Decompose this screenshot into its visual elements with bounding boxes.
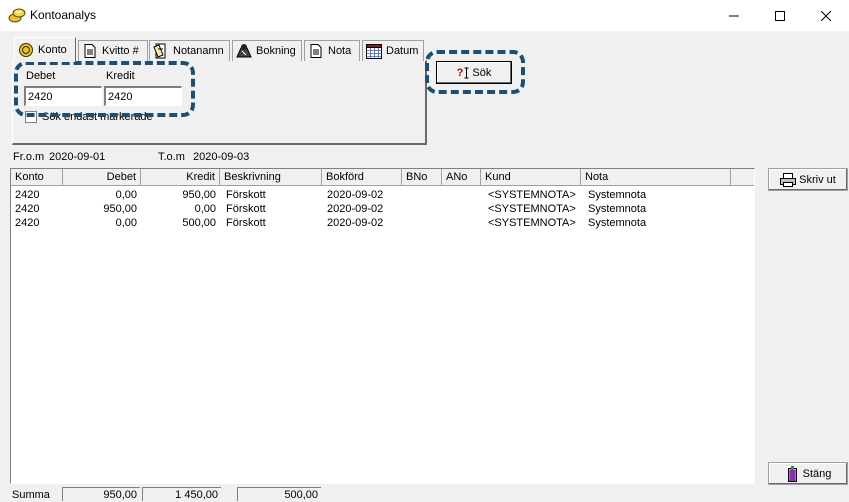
tab-label: Bokning xyxy=(256,45,296,57)
column-header-kredit[interactable]: Kredit xyxy=(141,169,220,186)
to-date-value: 2020-09-03 xyxy=(193,151,250,163)
cell-kund: <SYSTEMNOTA> xyxy=(488,203,576,215)
cell-ano xyxy=(442,202,481,216)
cell-debet: 950,00 xyxy=(103,203,137,215)
coins-app-icon xyxy=(8,8,26,23)
cell-bno xyxy=(402,202,442,216)
tab-label: Datum xyxy=(386,45,419,57)
booking-icon xyxy=(236,43,252,59)
print-button-label: Skriv ut xyxy=(799,173,836,186)
close-window-button[interactable] xyxy=(803,0,849,31)
cell-kredit: 500,00 xyxy=(182,217,216,229)
cell-bokford: 2020-09-02 xyxy=(327,203,384,215)
table-row[interactable]: 2420 0,00 500,00 Förskott 2020-09-02 <SY… xyxy=(11,216,731,230)
column-header-debet[interactable]: Debet xyxy=(63,169,141,186)
maximize-icon xyxy=(775,10,785,21)
tab-datum[interactable]: Datum xyxy=(362,40,424,61)
cell-kredit: 0,00 xyxy=(194,203,216,215)
document-icon xyxy=(82,43,98,59)
minimize-icon xyxy=(729,15,739,16)
summary-label: Summa xyxy=(12,489,50,501)
cell-beskrivning: Förskott xyxy=(226,217,266,229)
tab-kvitto[interactable]: Kvitto # xyxy=(78,40,148,61)
from-date-label: Fr.o.m xyxy=(13,151,45,163)
summary-debet: 950,00 xyxy=(62,487,140,501)
cell-nota: Systemnota xyxy=(588,203,647,215)
column-header-konto[interactable]: Konto xyxy=(11,169,63,186)
tab-nota[interactable]: Nota xyxy=(304,40,360,61)
tab-label: Notanamn xyxy=(173,45,224,57)
cell-ano xyxy=(442,188,481,202)
cell-bokford: 2020-09-02 xyxy=(327,189,384,201)
column-header-ano[interactable]: ANo xyxy=(442,169,481,186)
transactions-table[interactable]: Konto Debet Kredit Beskrivning Bokförd B… xyxy=(10,168,755,484)
column-header-kund[interactable]: Kund xyxy=(481,169,581,186)
table-row[interactable]: 2420 0,00 950,00 Förskott 2020-09-02 <SY… xyxy=(11,188,731,202)
cell-beskrivning: Förskott xyxy=(226,189,266,201)
exit-door-icon xyxy=(787,465,797,482)
notes-icon xyxy=(153,43,169,59)
maximize-button[interactable] xyxy=(757,0,803,31)
column-header-bno[interactable]: BNo xyxy=(402,169,442,186)
tab-label: Kvitto # xyxy=(102,45,139,57)
column-header-bokford[interactable]: Bokförd xyxy=(322,169,402,186)
print-button[interactable]: Skriv ut xyxy=(768,168,848,191)
tab-konto[interactable]: Konto xyxy=(14,37,76,62)
cell-konto: 2420 xyxy=(15,203,40,215)
cell-bokford: 2020-09-02 xyxy=(327,217,384,229)
cell-debet: 0,00 xyxy=(115,189,137,201)
cell-beskrivning: Förskott xyxy=(226,203,266,215)
printer-icon xyxy=(780,172,797,187)
cell-ano xyxy=(442,216,481,230)
fields-highlight xyxy=(14,61,195,117)
cell-bno xyxy=(402,188,442,202)
calendar-icon xyxy=(366,43,382,59)
cell-kund: <SYSTEMNOTA> xyxy=(488,217,576,229)
column-header-beskrivning[interactable]: Beskrivning xyxy=(220,169,322,186)
cell-nota: Systemnota xyxy=(588,217,647,229)
to-date-label: T.o.m xyxy=(158,151,185,163)
summary-difference: 500,00 xyxy=(237,487,321,501)
tab-label: Konto xyxy=(38,44,67,56)
close-icon xyxy=(821,10,831,21)
document-icon xyxy=(308,43,324,59)
cell-debet: 0,00 xyxy=(115,217,137,229)
close-button[interactable]: Stäng xyxy=(768,462,848,485)
cell-kund: <SYSTEMNOTA> xyxy=(488,189,576,201)
tab-label: Nota xyxy=(328,45,352,57)
from-date-value: 2020-09-01 xyxy=(49,151,106,163)
tab-notanamn[interactable]: Notanamn xyxy=(149,40,230,61)
cell-nota: Systemnota xyxy=(588,189,647,201)
cell-bno xyxy=(402,216,442,230)
column-header-nota[interactable]: Nota xyxy=(581,169,731,186)
cell-kredit: 950,00 xyxy=(182,189,216,201)
minimize-button[interactable] xyxy=(711,0,757,31)
search-highlight xyxy=(425,50,525,94)
table-row[interactable]: 2420 950,00 0,00 Förskott 2020-09-02 <SY… xyxy=(11,202,731,216)
summary-kredit: 1 450,00 xyxy=(142,487,221,501)
tab-bokning[interactable]: Bokning xyxy=(232,40,302,61)
coin-icon xyxy=(18,42,34,58)
cell-konto: 2420 xyxy=(15,217,40,229)
cell-konto: 2420 xyxy=(15,189,40,201)
window-title: Kontoanalys xyxy=(30,8,97,22)
column-header-filler xyxy=(731,169,754,186)
close-button-label: Stäng xyxy=(802,467,832,480)
